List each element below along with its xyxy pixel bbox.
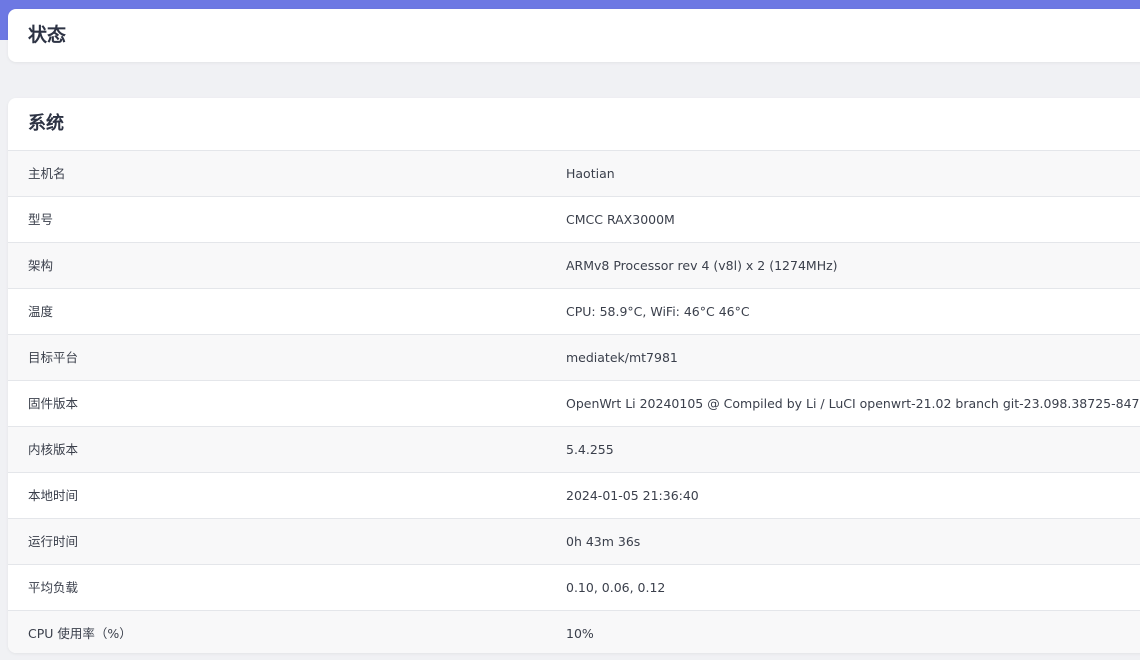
table-row-firmware-version: 固件版本 OpenWrt Li 20240105 @ Compiled by L…: [8, 381, 1140, 427]
page-title: 状态: [28, 24, 67, 46]
row-value: mediatek/mt7981: [566, 350, 678, 365]
table-row-temperature: 温度 CPU: 58.9°C, WiFi: 46°C 46°C: [8, 289, 1140, 335]
row-label: 本地时间: [28, 488, 79, 503]
row-label: 目标平台: [28, 350, 79, 365]
table-row-uptime: 运行时间 0h 43m 36s: [8, 519, 1140, 565]
table-row-load-average: 平均负载 0.10, 0.06, 0.12: [8, 565, 1140, 611]
page-header: 状态: [8, 9, 1140, 62]
row-value: 0h 43m 36s: [566, 534, 641, 549]
row-label: 运行时间: [28, 534, 79, 549]
row-label: 架构: [28, 258, 54, 273]
system-info-table: 主机名 Haotian 型号 CMCC RAX3000M 架构 ARMv8 Pr…: [8, 151, 1140, 653]
row-label: 温度: [28, 304, 54, 319]
row-label: 主机名: [28, 166, 66, 181]
row-value: 0.10, 0.06, 0.12: [566, 580, 666, 595]
section-title: 系统: [8, 98, 1140, 151]
row-value: Haotian: [566, 166, 615, 181]
row-value: 10%: [566, 626, 594, 641]
row-value: OpenWrt Li 20240105 @ Compiled by Li / L…: [566, 396, 1140, 411]
row-value: 2024-01-05 21:36:40: [566, 488, 699, 503]
row-label: CPU 使用率（%）: [28, 626, 132, 641]
row-label: 固件版本: [28, 396, 79, 411]
table-row-model: 型号 CMCC RAX3000M: [8, 197, 1140, 243]
row-value: CMCC RAX3000M: [566, 212, 675, 227]
table-row-local-time: 本地时间 2024-01-05 21:36:40: [8, 473, 1140, 519]
table-row-cpu-usage: CPU 使用率（%） 10%: [8, 611, 1140, 653]
row-label: 平均负载: [28, 580, 79, 595]
row-label: 内核版本: [28, 442, 79, 457]
row-value: CPU: 58.9°C, WiFi: 46°C 46°C: [566, 304, 750, 319]
row-value: 5.4.255: [566, 442, 614, 457]
table-row-architecture: 架构 ARMv8 Processor rev 4 (v8l) x 2 (1274…: [8, 243, 1140, 289]
table-row-target-platform: 目标平台 mediatek/mt7981: [8, 335, 1140, 381]
table-row-kernel-version: 内核版本 5.4.255: [8, 427, 1140, 473]
row-value: ARMv8 Processor rev 4 (v8l) x 2 (1274MHz…: [566, 258, 838, 273]
table-row-hostname: 主机名 Haotian: [8, 151, 1140, 197]
system-section: 系统 主机名 Haotian 型号 CMCC RAX3000M 架构 ARMv8…: [8, 98, 1140, 653]
row-label: 型号: [28, 212, 54, 227]
